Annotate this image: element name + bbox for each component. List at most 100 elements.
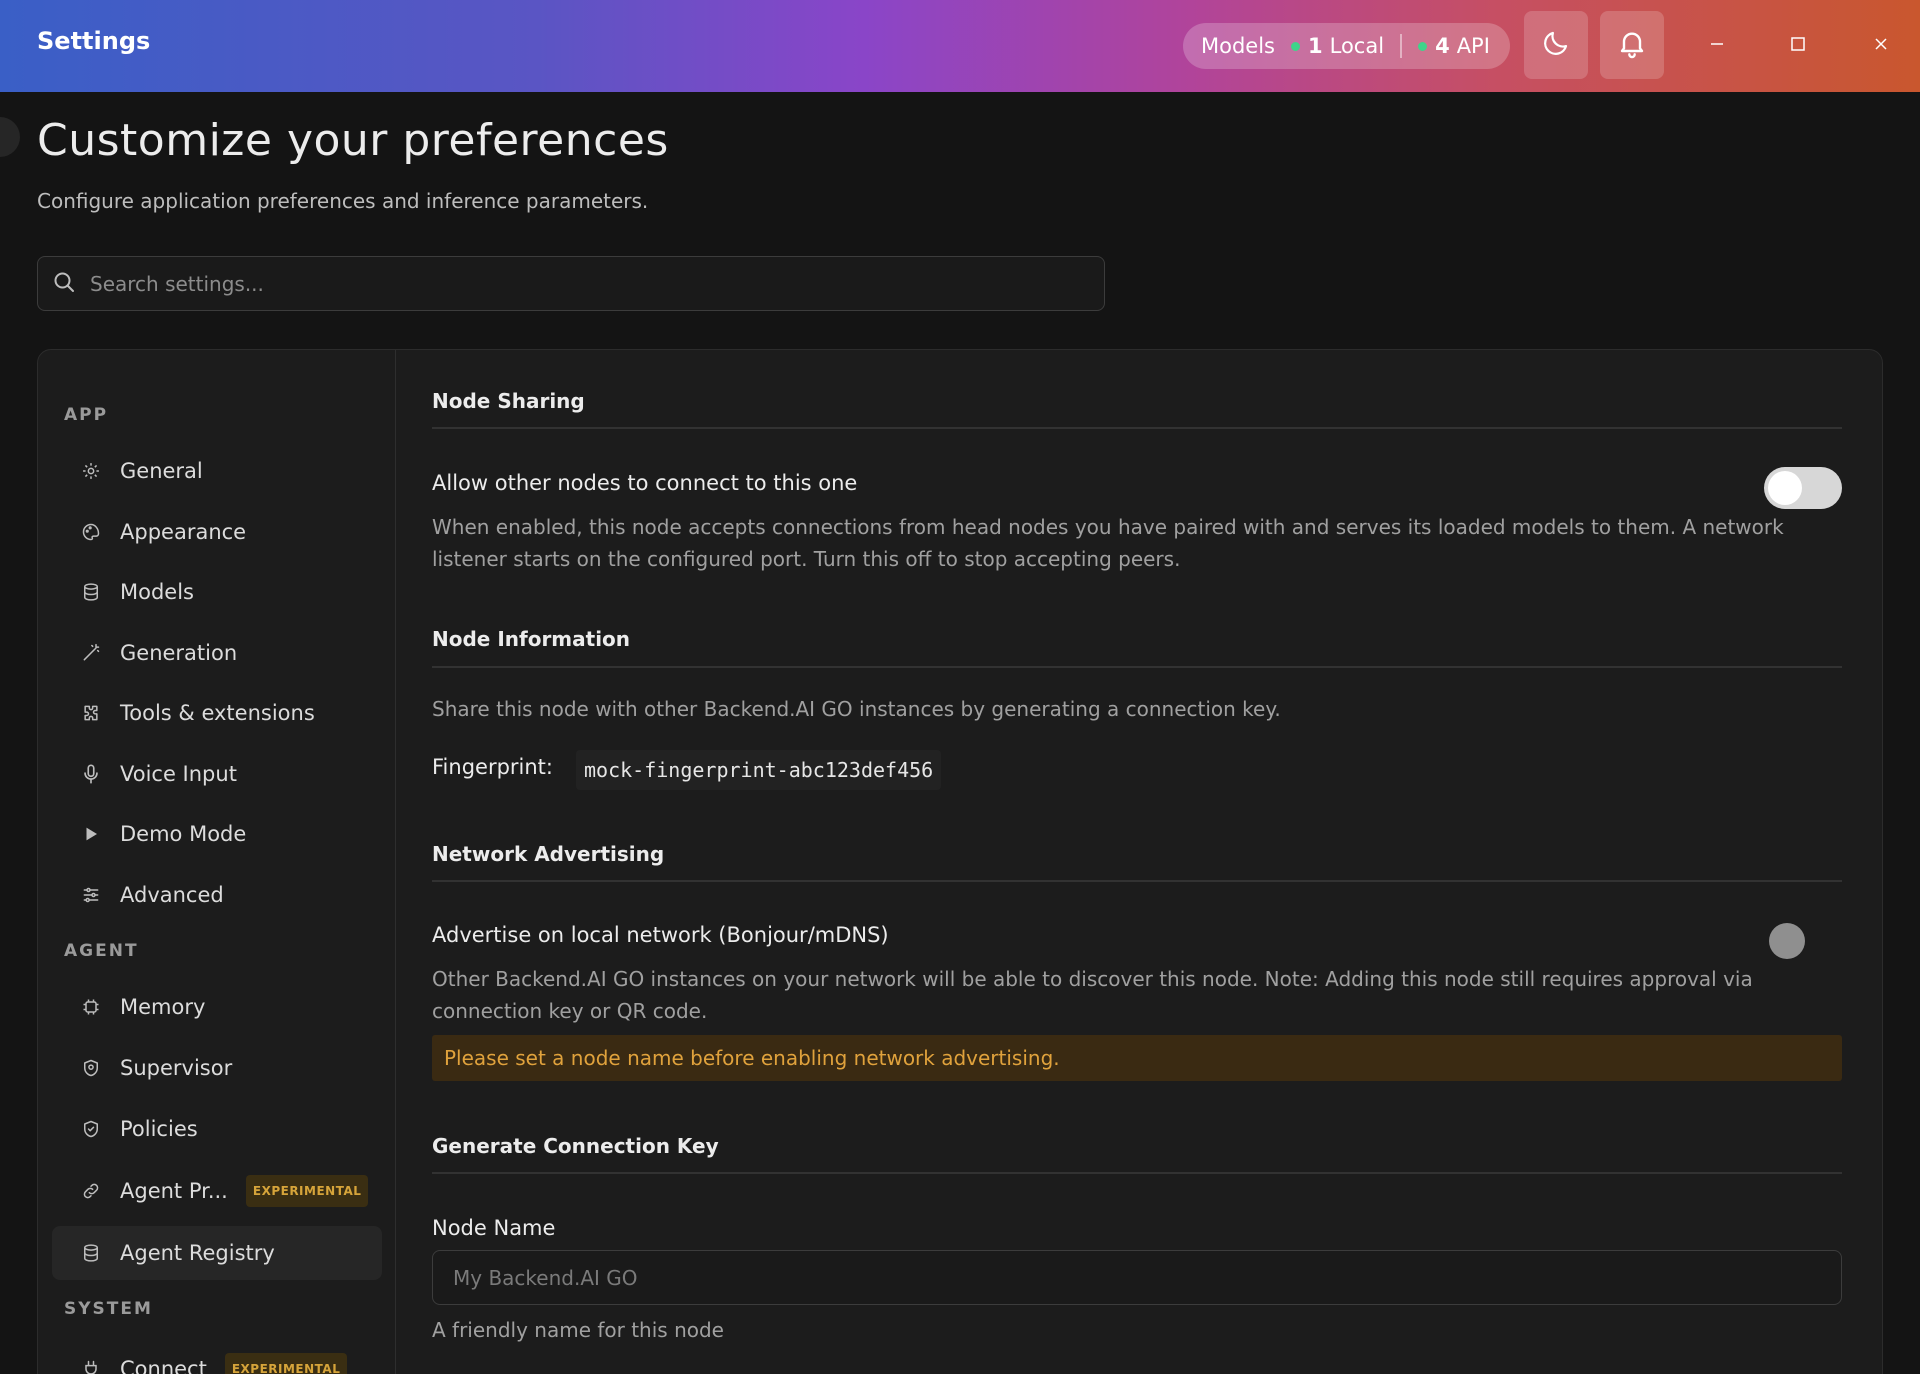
bell-icon — [1616, 27, 1648, 63]
models-status-pill[interactable]: Models 1 Local 4 API — [1183, 23, 1510, 69]
palette-icon — [80, 521, 102, 543]
fingerprint-label: Fingerprint: — [432, 755, 553, 779]
sidebar-item-label: Supervisor — [120, 1056, 233, 1080]
node-information-description: Share this node with other Backend.AI GO… — [432, 697, 1281, 721]
sidebar-item-label: Agent Pr... — [120, 1179, 228, 1203]
settings-panel: APP General Appearance Models Generation — [37, 349, 1883, 1374]
advertise-description: Other Backend.AI GO instances on your ne… — [432, 963, 1753, 1027]
sidebar-item-voice-input[interactable]: Voice Input — [52, 747, 382, 801]
plug-icon — [80, 1358, 102, 1374]
local-label: Local — [1329, 34, 1385, 58]
api-count: 4 — [1435, 34, 1450, 58]
sidebar-item-appearance[interactable]: Appearance — [52, 505, 382, 559]
sidebar-item-label: Connect — [120, 1357, 207, 1374]
theme-toggle-button[interactable] — [1524, 11, 1588, 79]
node-name-input[interactable] — [453, 1265, 1813, 1290]
network-advertising-heading: Network Advertising — [432, 842, 665, 866]
allow-connections-desc-line: listener starts on the configured port. … — [432, 547, 1181, 571]
sidebar-item-label: General — [120, 459, 203, 483]
node-name-label: Node Name — [432, 1216, 556, 1240]
sidebar-item-connect[interactable]: Connect EXPERIMENTAL — [52, 1342, 382, 1374]
page-title: Customize your preferences — [37, 115, 669, 166]
title-bar: Settings Models 1 Local 4 API — [0, 0, 1920, 92]
section-label-app: APP — [64, 405, 109, 425]
section-divider — [432, 427, 1842, 429]
sidebar-item-supervisor[interactable]: Supervisor — [52, 1041, 382, 1095]
moon-icon — [1541, 28, 1571, 62]
advertise-title: Advertise on local network (Bonjour/mDNS… — [432, 923, 889, 947]
advertise-toggle[interactable] — [1769, 923, 1805, 959]
local-status-dot — [1291, 41, 1300, 51]
node-name-warning: Please set a node name before enabling n… — [432, 1035, 1842, 1081]
search-input[interactable] — [90, 271, 1070, 296]
close-button[interactable] — [1861, 26, 1901, 66]
collapse-sidebar-tab[interactable] — [0, 117, 20, 157]
sidebar-item-general[interactable]: General — [52, 444, 382, 498]
minimize-icon — [1708, 35, 1726, 57]
minimize-button[interactable] — [1697, 26, 1737, 66]
allow-connections-description: When enabled, this node accepts connecti… — [432, 511, 1784, 575]
database-icon — [80, 581, 102, 603]
sidebar-item-label: Appearance — [120, 520, 247, 544]
sidebar-item-models[interactable]: Models — [52, 565, 382, 619]
section-divider — [432, 1172, 1842, 1174]
search-box[interactable] — [37, 256, 1105, 311]
sidebar-item-memory[interactable]: Memory — [52, 980, 382, 1034]
link-icon — [80, 1180, 102, 1202]
api-status-dot — [1418, 41, 1428, 51]
section-divider — [432, 666, 1842, 668]
experimental-badge: EXPERIMENTAL — [224, 1353, 348, 1374]
sidebar-item-agent-registry[interactable]: Agent Registry — [52, 1226, 382, 1280]
node-information-heading: Node Information — [432, 627, 631, 651]
sidebar-item-label: Memory — [120, 995, 206, 1019]
database-icon — [80, 1242, 102, 1264]
models-label: Models — [1201, 34, 1275, 58]
sidebar-item-label: Demo Mode — [120, 822, 247, 846]
sidebar-item-label: Generation — [120, 641, 238, 665]
microphone-icon — [80, 763, 102, 785]
experimental-badge: EXPERIMENTAL — [245, 1175, 369, 1207]
node-name-field[interactable] — [432, 1250, 1842, 1305]
maximize-icon — [1789, 35, 1807, 57]
fingerprint-value: mock-fingerprint-abc123def456 — [576, 750, 942, 790]
advertise-desc-line: connection key or QR code. — [432, 999, 708, 1023]
chip-icon — [80, 996, 102, 1018]
local-count: 1 — [1308, 34, 1323, 58]
close-icon — [1872, 35, 1890, 57]
maximize-button[interactable] — [1778, 26, 1818, 66]
page-subtitle: Configure application preferences and in… — [37, 189, 649, 213]
sidebar-item-label: Voice Input — [120, 762, 237, 786]
pill-divider — [1400, 34, 1403, 58]
node-sharing-heading: Node Sharing — [432, 389, 585, 413]
api-label: API — [1456, 34, 1490, 58]
advertise-desc-line: Other Backend.AI GO instances on your ne… — [432, 967, 1753, 991]
sidebar-item-label: Tools & extensions — [120, 701, 315, 725]
shield-icon — [80, 1057, 102, 1079]
section-divider — [432, 880, 1842, 882]
sidebar-item-generation[interactable]: Generation — [52, 626, 382, 680]
sidebar-item-label: Models — [120, 580, 194, 604]
sidebar-item-tools-extensions[interactable]: Tools & extensions — [52, 686, 382, 740]
sidebar-item-label: Agent Registry — [120, 1241, 275, 1265]
sidebar-item-demo-mode[interactable]: Demo Mode — [52, 807, 382, 861]
section-label-system: SYSTEM — [64, 1299, 153, 1319]
search-icon — [52, 270, 76, 298]
sliders-icon — [80, 884, 102, 906]
sidebar-item-agent-protocol[interactable]: Agent Pr... EXPERIMENTAL — [52, 1164, 382, 1218]
allow-connections-title: Allow other nodes to connect to this one — [432, 471, 858, 495]
wand-icon — [80, 642, 102, 664]
shield-check-icon — [80, 1118, 102, 1140]
notifications-button[interactable] — [1600, 11, 1664, 79]
sidebar-item-advanced[interactable]: Advanced — [52, 868, 382, 922]
toggle-knob — [1768, 471, 1802, 505]
allow-connections-toggle[interactable] — [1764, 467, 1842, 509]
sidebar-item-policies[interactable]: Policies — [52, 1102, 382, 1156]
play-icon — [80, 823, 102, 845]
gear-icon — [80, 460, 102, 482]
app-title: Settings — [37, 27, 151, 55]
connection-key-heading: Generate Connection Key — [432, 1134, 719, 1158]
node-name-hint: A friendly name for this node — [432, 1318, 724, 1342]
settings-sidebar: APP General Appearance Models Generation — [38, 350, 396, 1374]
puzzle-icon — [80, 702, 102, 724]
sidebar-item-label: Advanced — [120, 883, 224, 907]
